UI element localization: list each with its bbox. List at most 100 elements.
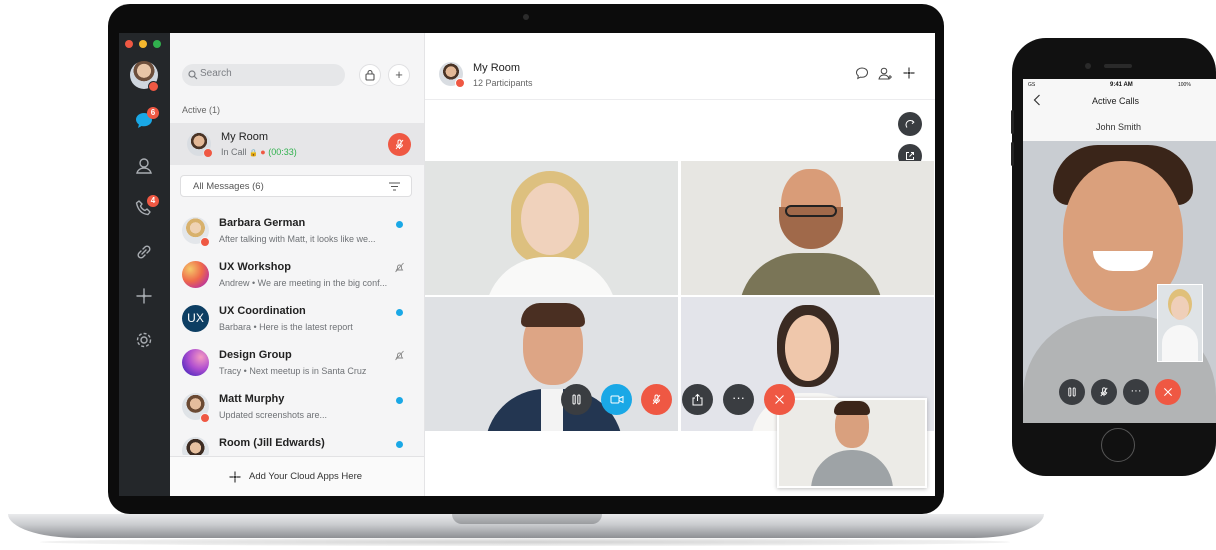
share-screen-button[interactable] [682, 384, 713, 415]
participant-face [785, 315, 831, 381]
room-title: My Room [473, 62, 521, 74]
mute-toggle-button[interactable] [388, 133, 411, 156]
chat-bubble-icon[interactable] [855, 66, 869, 80]
phone-mute-button[interactable] [1091, 379, 1117, 405]
participant-count: 12 Participants [473, 78, 533, 88]
conversation-avatar [182, 261, 209, 288]
active-header: Active (1) [182, 105, 221, 115]
conversation-preview: Barbara • Here is the latest report [219, 322, 353, 332]
phone-video-feed [1023, 141, 1216, 423]
mute-button[interactable] [641, 384, 672, 415]
self-body [811, 450, 893, 486]
participant-face [521, 183, 579, 255]
add-apps-label: Add Your Cloud Apps Here [249, 471, 363, 482]
apps-icon[interactable] [133, 285, 155, 307]
search-field[interactable]: Search [182, 64, 345, 86]
phone-home-button[interactable] [1101, 428, 1135, 462]
apps-icon [229, 471, 241, 483]
self-view[interactable] [777, 398, 927, 488]
phone-self-view[interactable] [1157, 284, 1203, 362]
unread-indicator [396, 397, 403, 404]
switch-layout-button[interactable] [898, 112, 922, 136]
status-time: 9:41 AM [1110, 82, 1133, 88]
conversation-panel: Search + Active (1) My Room In Call 🔒 ● … [170, 33, 425, 496]
participant-body [485, 257, 617, 295]
end-call-button[interactable] [764, 384, 795, 415]
close-window-button[interactable] [125, 40, 133, 48]
list-item[interactable]: UX Workshop Andrew • We are meeting in t… [170, 253, 424, 297]
active-call-timer: (00:33) [268, 147, 297, 157]
conversation-preview: Andrew • We are meeting in the big conf.… [219, 278, 388, 288]
phone-more-button[interactable]: ··· [1123, 379, 1149, 405]
video-toggle-button[interactable] [601, 384, 632, 415]
add-button[interactable]: + [388, 64, 410, 86]
battery-label: 100% [1178, 82, 1191, 88]
more-icon: ··· [732, 390, 745, 405]
conversation-preview: Updated screenshots are... [219, 410, 328, 420]
list-item[interactable]: UX UX Coordination Barbara • Here is the… [170, 297, 424, 341]
conversation-name: Room (Jill Edwards) [219, 437, 325, 449]
pause-icon [572, 394, 581, 405]
share-icon [692, 393, 703, 406]
recording-dot-icon: ● [260, 147, 266, 157]
settings-gear-icon[interactable] [133, 329, 155, 351]
apps-icon[interactable] [902, 66, 916, 80]
video-tile[interactable] [425, 297, 678, 431]
conversation-name: Barbara German [219, 217, 306, 229]
phone-end-call-button[interactable] [1155, 379, 1181, 405]
in-call-indicator [203, 148, 213, 158]
conversation-preview: Tracy • Next meetup is in Santa Cruz [219, 366, 367, 376]
presence-badge [200, 237, 210, 247]
muted-bell-icon [395, 262, 404, 273]
video-tile[interactable] [681, 161, 934, 295]
phone-speaker [1104, 64, 1132, 68]
more-options-button[interactable]: ··· [723, 384, 754, 415]
contacts-icon[interactable] [133, 155, 155, 177]
self-hair [834, 401, 870, 415]
conversation-name: UX Coordination [219, 305, 306, 317]
camera-icon [610, 395, 623, 404]
lock-icon [365, 69, 375, 81]
conversation-avatar [182, 349, 209, 376]
laptop-camera [523, 14, 529, 20]
presence-badge [200, 413, 210, 423]
list-item[interactable]: Design Group Tracy • Next meetup is in S… [170, 341, 424, 385]
messages-filter[interactable]: All Messages (6) [180, 175, 412, 197]
meeting-lock-button[interactable] [359, 64, 381, 86]
maximize-window-button[interactable] [153, 40, 161, 48]
mic-muted-icon [1100, 387, 1108, 397]
messages-badge: 6 [147, 107, 159, 119]
phone-hold-button[interactable] [1059, 379, 1085, 405]
minimize-window-button[interactable] [139, 40, 147, 48]
phone-header: GS 9:41 AM 100% Active Calls John Smith [1023, 79, 1216, 142]
muted-bell-icon [395, 350, 404, 361]
call-view: My Room 12 Participants ··· [425, 33, 935, 496]
participant-hair [521, 303, 585, 327]
participants-icon[interactable] [878, 66, 893, 80]
phone-volume-button [1011, 110, 1014, 134]
link-icon[interactable] [133, 241, 155, 263]
conversation-preview: After talking with Matt, it looks like w… [219, 234, 376, 244]
app-window: 6 4 Search + Active (1) My Room In Call … [119, 33, 935, 496]
caller-name: John Smith [1096, 122, 1142, 132]
hold-button[interactable] [561, 384, 592, 415]
laptop-notch [452, 514, 602, 524]
phone-screen: GS 9:41 AM 100% Active Calls John Smith … [1023, 79, 1216, 423]
phone-camera [1085, 63, 1091, 69]
conversation-avatar: UX [182, 305, 209, 332]
list-item[interactable]: Matt Murphy Updated screenshots are... [170, 385, 424, 429]
laptop-shadow [40, 538, 1010, 546]
conversation-list: Barbara German After talking with Matt, … [170, 209, 424, 455]
pause-icon [1068, 387, 1076, 397]
list-item[interactable]: Room (Jill Edwards) [170, 429, 424, 455]
filter-icon [389, 182, 400, 191]
active-call-row[interactable]: My Room In Call 🔒 ● (00:33) [170, 123, 424, 165]
back-chevron-icon[interactable] [1033, 94, 1041, 106]
participant-body [739, 253, 883, 295]
conversation-avatar [182, 437, 209, 455]
add-cloud-apps[interactable]: Add Your Cloud Apps Here [170, 456, 424, 496]
video-tile[interactable] [425, 161, 678, 295]
list-item[interactable]: Barbara German After talking with Matt, … [170, 209, 424, 253]
close-icon [775, 395, 784, 404]
carrier-label: GS [1028, 82, 1036, 88]
